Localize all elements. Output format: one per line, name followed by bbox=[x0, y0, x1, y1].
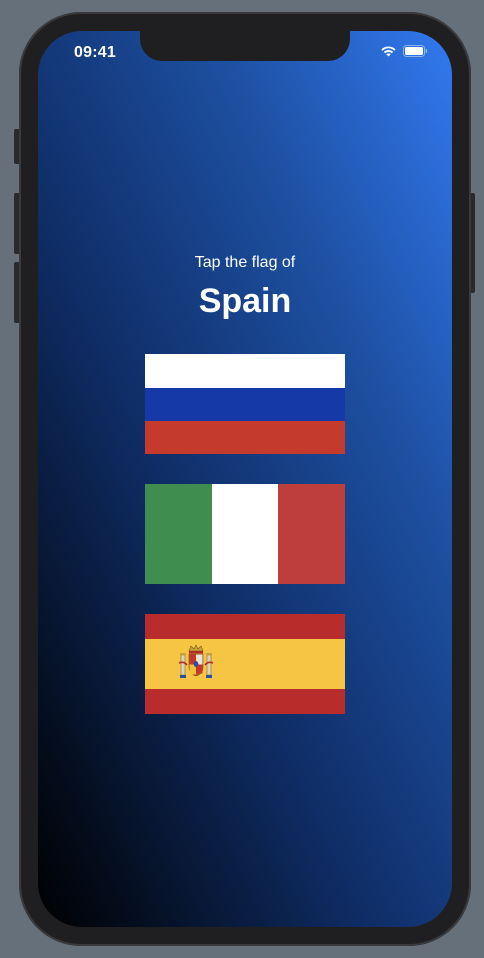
flag-stripe-green bbox=[145, 484, 212, 584]
wifi-icon bbox=[380, 45, 397, 57]
flag-stripe-yellow bbox=[145, 639, 345, 689]
status-time: 09:41 bbox=[74, 44, 116, 61]
flag-stripe-white bbox=[145, 354, 345, 388]
target-country-label: Spain bbox=[198, 282, 292, 320]
status-icons bbox=[380, 45, 428, 57]
flag-stripe-blue bbox=[145, 388, 345, 421]
prompt-label: Tap the flag of bbox=[194, 254, 296, 271]
app-screen: 09:41 Tap the flag of Spain bbox=[38, 31, 452, 927]
flag-button-russia[interactable] bbox=[145, 354, 345, 454]
flag-stripe-white bbox=[212, 484, 278, 584]
flag-stripe-red bbox=[145, 421, 345, 454]
flag-stripe-red-top bbox=[145, 614, 345, 639]
flag-stripe-red bbox=[278, 484, 345, 584]
flag-button-spain[interactable] bbox=[145, 614, 345, 714]
notch bbox=[140, 31, 350, 61]
flag-button-italy[interactable] bbox=[145, 484, 345, 584]
battery-icon bbox=[403, 45, 428, 57]
coat-of-arms-icon bbox=[176, 643, 216, 690]
device-stage: 09:41 Tap the flag of Spain bbox=[0, 0, 484, 958]
flag-stripe-red-bottom bbox=[145, 689, 345, 714]
